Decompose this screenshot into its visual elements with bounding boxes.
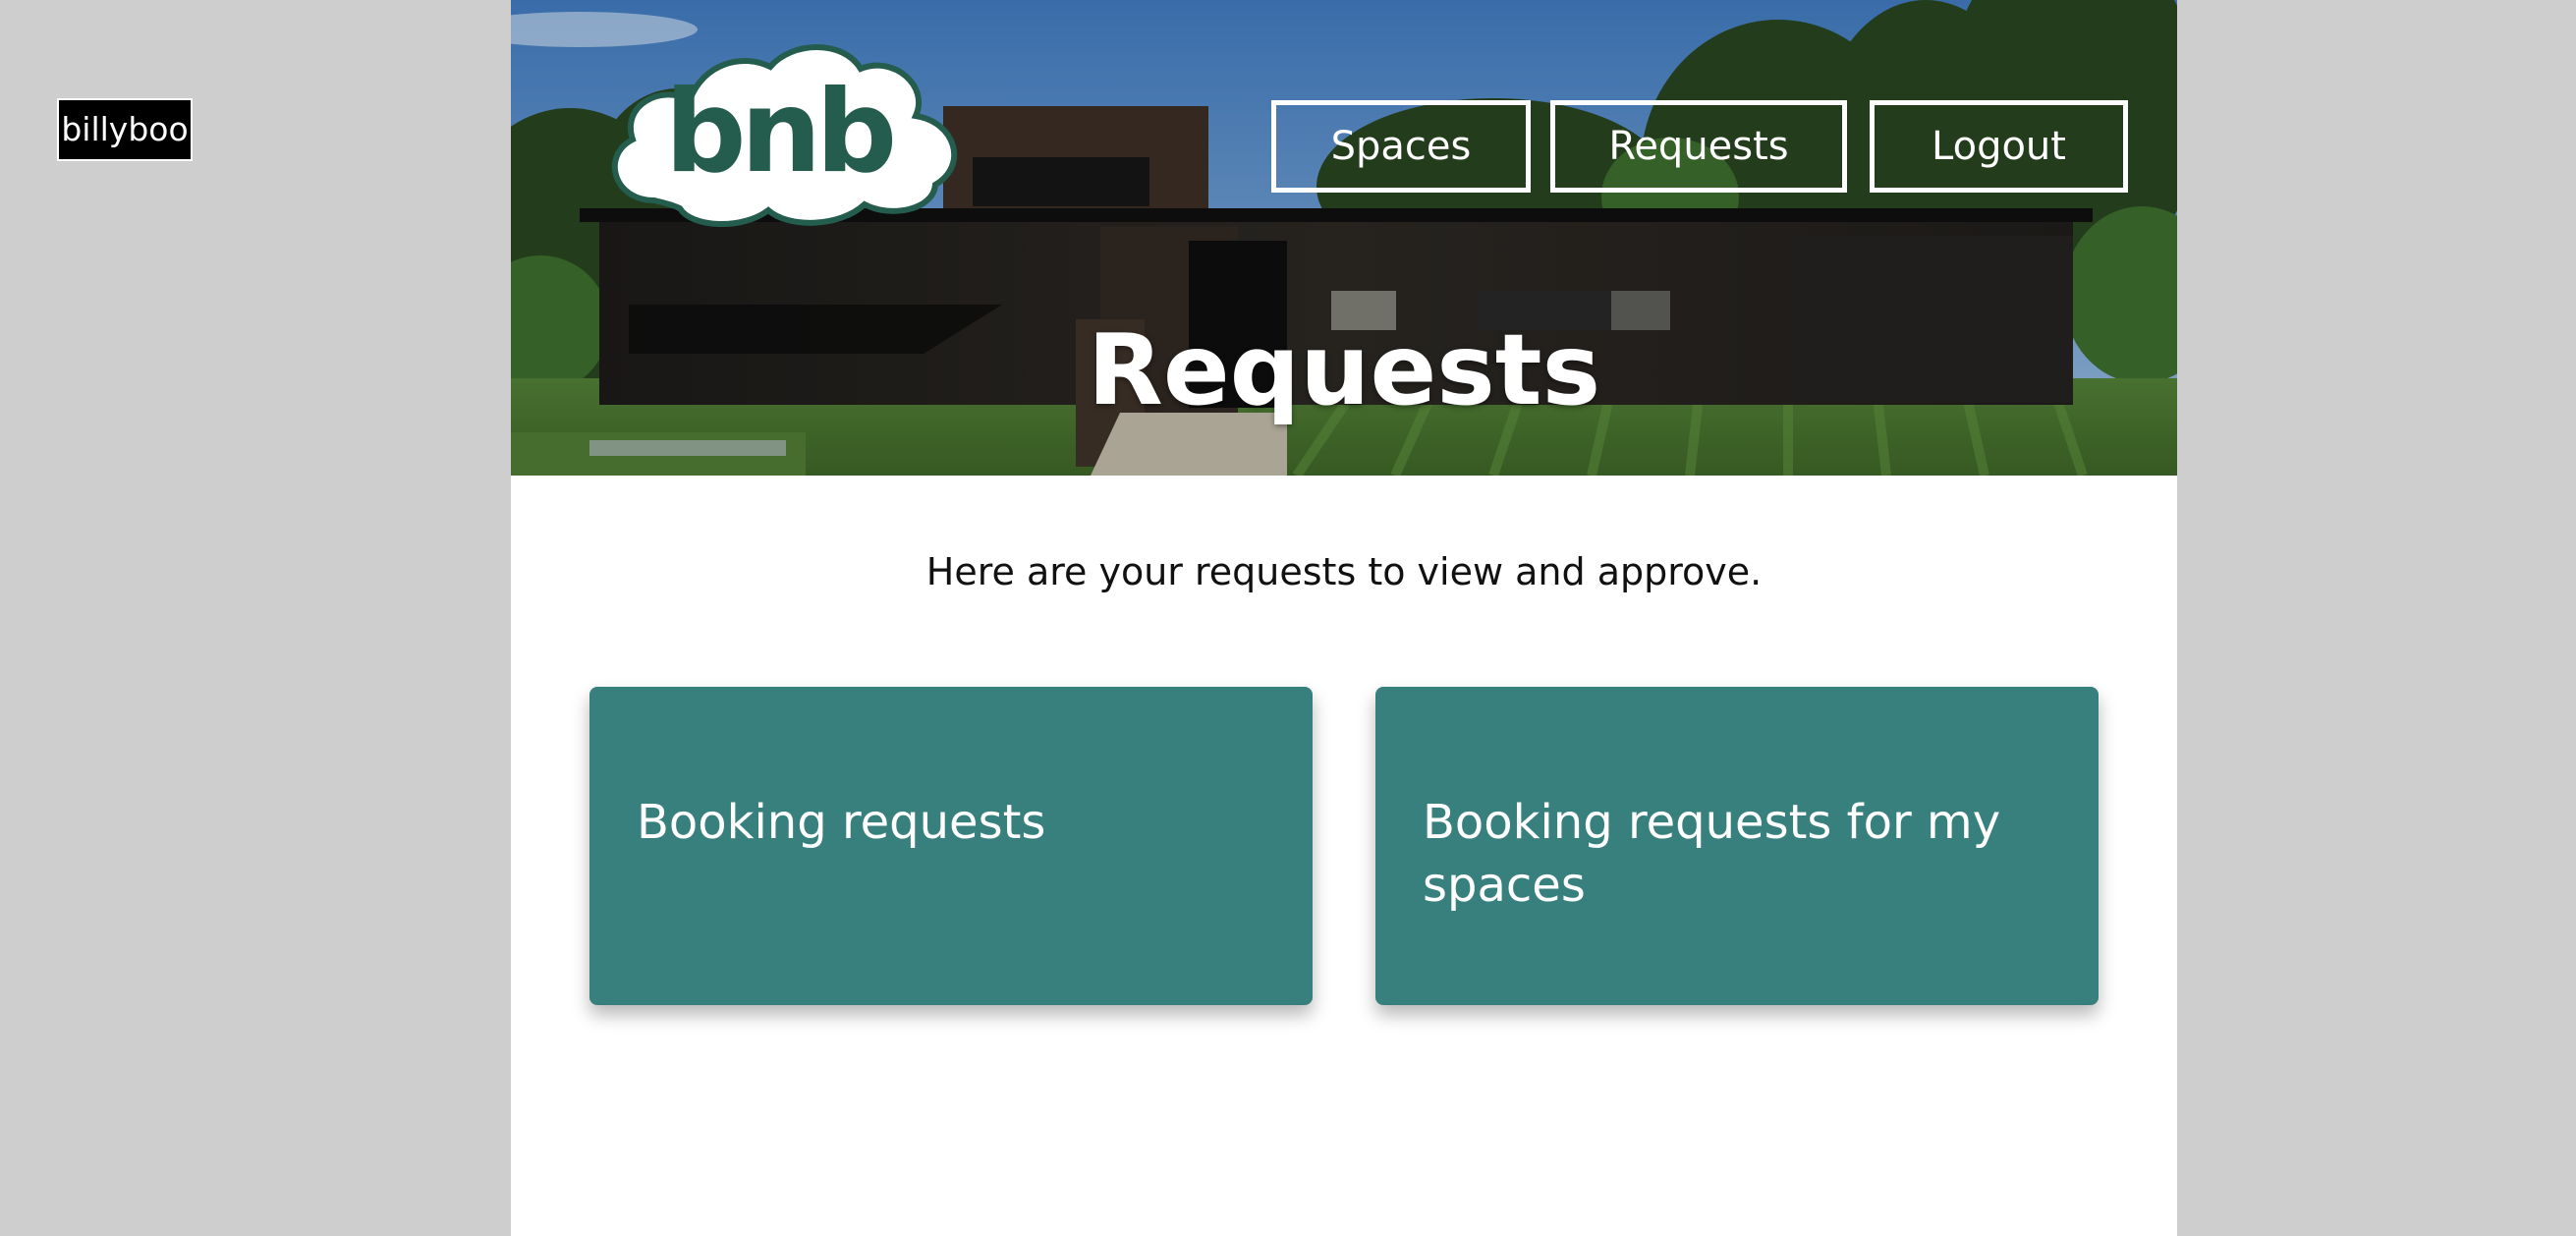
nav-logout-button[interactable]: Logout bbox=[1870, 100, 2128, 193]
booking-requests-for-my-spaces-card[interactable]: Booking requests for my spaces bbox=[1375, 687, 2099, 1005]
booking-requests-card[interactable]: Booking requests bbox=[589, 687, 1313, 1005]
logo-text: bnb bbox=[665, 66, 893, 198]
main-page: bnb Spaces Requests Logout Requests Here… bbox=[511, 0, 2177, 1236]
page-title: Requests bbox=[1087, 312, 1601, 427]
hero-header: bnb Spaces Requests Logout Requests bbox=[511, 0, 2177, 476]
username-badge: billyboo bbox=[57, 98, 193, 161]
intro-text: Here are your requests to view and appro… bbox=[925, 550, 1763, 593]
nav-requests-button[interactable]: Requests bbox=[1550, 100, 1847, 193]
booking-requests-label: Booking requests bbox=[637, 795, 1046, 850]
nav-spaces-button[interactable]: Spaces bbox=[1271, 100, 1531, 193]
bnb-logo[interactable]: bnb bbox=[595, 35, 971, 236]
booking-requests-for-my-spaces-label: Booking requests for my spaces bbox=[1423, 795, 2001, 913]
